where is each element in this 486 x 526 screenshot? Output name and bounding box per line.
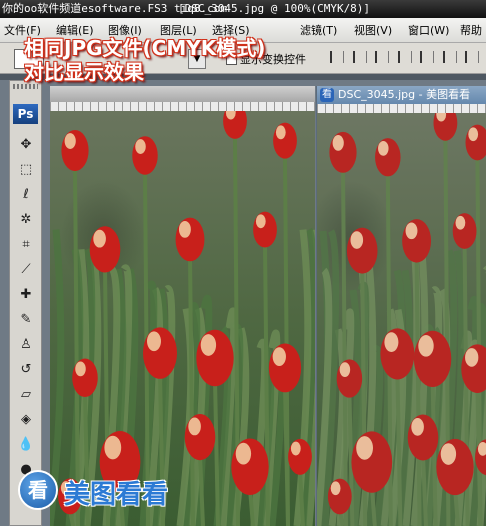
brush-tool-icon[interactable]: ✎ [16,310,36,330]
blur-tool-icon[interactable]: 💧 [16,435,36,455]
horizontal-ruler [50,102,315,111]
marquee-tool-icon[interactable]: ⬚ [16,160,36,180]
align-buttons [330,51,484,66]
toolbox: Ps ✥⬚ℓ✲⌗⟋✚✎♙↺▱◈💧●✒ [9,80,42,526]
eraser-tool-icon[interactable]: ▱ [16,385,36,405]
menu-filter[interactable]: 滤镜(T) [300,22,337,38]
healing-brush-icon[interactable]: ✚ [16,285,36,305]
move-tool-icon[interactable]: ✥ [16,135,36,155]
menu-help[interactable]: 帮助 [460,22,482,38]
menu-view[interactable]: 视图(V) [354,22,392,38]
align-right-icon[interactable] [442,51,457,63]
magic-wand-icon[interactable]: ✲ [16,210,36,230]
viewer-title: DSC_3045.jpg - 美图看看 [338,88,471,101]
meitu-watermark-text: 美图看看 [64,480,169,510]
caption-line-1: 相同JPG文件(CMYK模式) [24,36,266,60]
align-bottom-icon[interactable] [375,51,389,63]
photoshop-document-window [50,86,315,526]
history-brush-icon[interactable]: ↺ [16,360,36,380]
caption-line-2: 对比显示效果 [24,60,144,84]
meitu-logo-icon: 看 [18,470,58,510]
tulip-image [317,113,486,526]
crop-tool-icon[interactable]: ⌗ [16,235,36,255]
viewer-window: 看 DSC_3045.jpg - 美图看看 [316,86,486,526]
tulip-photo-photoshop [50,111,315,526]
comparison-caption: 相同JPG文件(CMYK模式) 对比显示效果 [24,36,265,84]
lasso-tool-icon[interactable]: ℓ [16,185,36,205]
align-left-icon[interactable] [397,51,412,63]
distribute-icon[interactable] [465,51,479,63]
clone-stamp-icon[interactable]: ♙ [16,335,36,355]
align-middle-icon[interactable] [352,51,367,63]
align-top-icon[interactable] [330,51,344,63]
align-center-icon[interactable] [420,51,434,63]
document-window-titlebar[interactable] [50,86,315,102]
viewer-title-bar[interactable]: 看 DSC_3045.jpg - 美图看看 [317,86,486,104]
paint-bucket-icon[interactable]: ◈ [16,410,36,430]
tulip-photo-viewer [317,113,486,526]
slice-tool-icon[interactable]: ⟋ [16,260,36,280]
photoshop-title-bar: 你的oo软件频道esoftware.FS3 tiq8.com [DSC_3045… [0,0,486,18]
document-title: [DSC_3045.jpg @ 100%(CMYK/8)] [178,2,371,15]
menu-window[interactable]: 窗口(W) [408,22,449,38]
toolbox-grip[interactable] [13,84,38,89]
tulip-image [50,111,315,526]
viewer-ruler [317,104,486,113]
viewer-app-icon: 看 [320,88,334,102]
ps-logo: Ps [13,104,38,124]
